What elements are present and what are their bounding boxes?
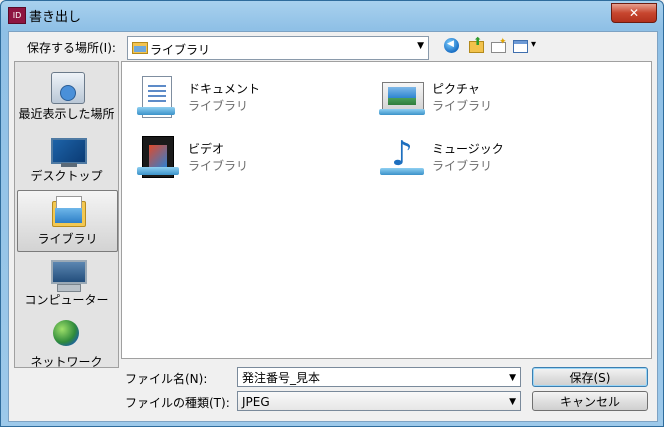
item-subtitle: ライブラリ <box>188 159 249 173</box>
place-computer[interactable]: コンピューター <box>17 252 116 312</box>
dialog-title: 書き出し <box>29 10 82 25</box>
item-name: ピクチャ <box>432 82 480 96</box>
item-subtitle: ライブラリ <box>188 99 249 113</box>
lookin-label: 保存する場所(I): <box>27 41 116 55</box>
filetype-label: ファイルの種類(T): <box>125 396 230 410</box>
desktop-icon <box>51 138 87 167</box>
music-library-icon: ♪ <box>380 136 424 176</box>
filetype-value: JPEG <box>242 395 270 409</box>
cancel-button[interactable]: キャンセル <box>532 391 648 411</box>
place-label: コンピューター <box>24 293 109 307</box>
close-button[interactable]: ✕ <box>611 3 657 23</box>
chevron-down-icon: ▼ <box>509 397 516 407</box>
place-libraries[interactable]: ライブラリ <box>17 190 118 252</box>
libraries-icon <box>52 196 86 227</box>
chevron-down-icon[interactable]: ▼ <box>509 368 516 388</box>
network-icon <box>53 320 79 346</box>
list-item-music[interactable]: ♪ ミュージック ライブラリ <box>372 128 572 180</box>
item-subtitle: ライブラリ <box>432 159 493 173</box>
filename-label: ファイル名(N): <box>125 372 208 386</box>
lookin-value: ライブラリ <box>150 43 211 57</box>
pictures-library-icon <box>379 82 425 115</box>
videos-library-icon <box>137 136 179 178</box>
recent-places-icon <box>51 72 85 104</box>
places-bar: 最近表示した場所 デスクトップ ライブラリ コンピューター ネットワーク <box>14 61 119 369</box>
item-name: ビデオ <box>188 142 225 156</box>
views-menu-icon[interactable] <box>512 37 542 55</box>
lookin-combo[interactable]: ライブラリ ▼ <box>127 36 429 60</box>
place-label: 最近表示した場所 <box>18 107 115 121</box>
place-label: ライブラリ <box>37 232 98 246</box>
item-name: ミュージック <box>432 142 504 156</box>
place-label: ネットワーク <box>30 355 103 369</box>
place-desktop[interactable]: デスクトップ <box>17 128 116 188</box>
filetype-select[interactable]: JPEG ▼ <box>237 391 521 411</box>
documents-library-icon <box>137 76 175 118</box>
filename-input[interactable]: 発注番号_見本 ▼ <box>237 367 521 387</box>
filename-value: 発注番号_見本 <box>242 371 321 385</box>
place-recent[interactable]: 最近表示した場所 <box>17 66 116 126</box>
item-subtitle: ライブラリ <box>432 99 493 113</box>
computer-icon <box>51 260 87 292</box>
chevron-down-icon: ▼ <box>417 41 424 51</box>
place-label: デスクトップ <box>30 169 103 183</box>
title-bar[interactable]: ID 書き出し ✕ <box>1 1 663 27</box>
file-list-pane[interactable]: ドキュメント ライブラリ ピクチャ ライブラリ ビデオ ライブラリ ♪ ミュージ… <box>121 61 652 359</box>
save-button[interactable]: 保存(S) <box>532 367 648 387</box>
folder-icon <box>132 42 148 54</box>
back-icon[interactable] <box>443 37 461 55</box>
list-item-pictures[interactable]: ピクチャ ライブラリ <box>372 68 572 120</box>
place-network[interactable]: ネットワーク <box>17 314 116 374</box>
list-item-videos[interactable]: ビデオ ライブラリ <box>128 128 328 180</box>
up-folder-icon[interactable] <box>467 35 485 55</box>
list-item-documents[interactable]: ドキュメント ライブラリ <box>128 68 328 120</box>
new-folder-icon[interactable] <box>489 37 507 55</box>
item-name: ドキュメント <box>188 82 261 96</box>
app-icon: ID <box>8 7 26 24</box>
